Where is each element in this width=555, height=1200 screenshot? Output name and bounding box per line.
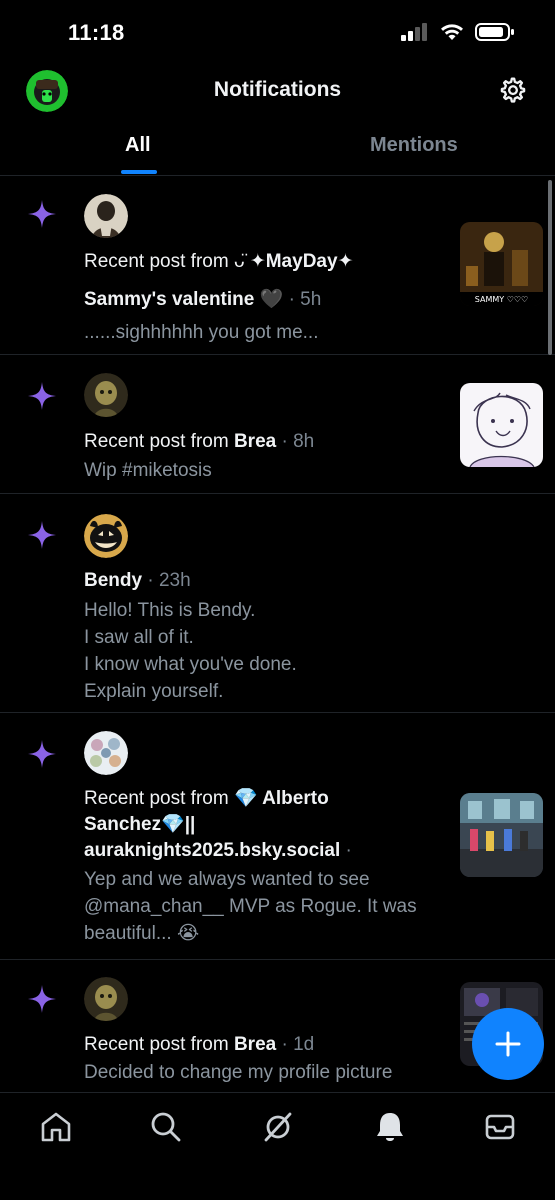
settings-gear-icon[interactable] — [499, 76, 527, 104]
post-line: Hello! This is Bendy. — [84, 600, 256, 621]
avatar[interactable] — [84, 373, 128, 417]
status-icons — [401, 22, 515, 42]
author-name[interactable]: 💎 Alberto — [234, 788, 329, 809]
sparkle-icon — [28, 382, 56, 410]
recent-post-label: Recent post from — [84, 251, 234, 272]
cellular-signal-icon — [401, 23, 427, 41]
feeds-hashtag-icon — [264, 1112, 292, 1142]
avatar[interactable] — [84, 194, 128, 238]
notification-header: Recent post from Brea · 8h — [84, 429, 314, 455]
tab-all[interactable]: All — [125, 134, 151, 157]
notification-header: Recent post from 💎 Alberto — [84, 786, 329, 812]
sparkle-icon — [28, 200, 56, 228]
post-line: @mana_chan__ MVP as Rogue. It was — [84, 896, 417, 917]
timestamp: · 5h — [288, 289, 322, 310]
avatar[interactable] — [84, 977, 128, 1021]
notification-header: Recent post from Brea · 1d — [84, 1032, 314, 1058]
home-icon — [41, 1112, 71, 1142]
post-line: beautiful... 😭 — [84, 923, 200, 944]
timestamp: · 23h — [142, 570, 191, 591]
tab-mentions[interactable]: Mentions — [370, 134, 458, 157]
nav-feeds[interactable] — [260, 1109, 296, 1145]
avatar[interactable] — [84, 731, 128, 775]
post-body: Yep and we always wanted to see @mana_ch… — [84, 866, 417, 947]
author-handle[interactable]: auraknights2025.bsky.social — [84, 840, 340, 861]
author-name[interactable]: Brea — [234, 1034, 276, 1055]
active-tab-indicator — [121, 170, 157, 174]
author-name[interactable]: Bendy — [84, 570, 142, 591]
scrollbar[interactable] — [548, 180, 552, 355]
post-title: Sammy's valentine — [84, 289, 255, 310]
nav-search[interactable] — [148, 1109, 184, 1145]
notification-item[interactable]: Bendy · 23h Hello! This is Bendy. I saw … — [0, 494, 555, 713]
post-body: Hello! This is Bendy. I saw all of it. I… — [84, 597, 297, 705]
timestamp: · 8h — [276, 431, 315, 452]
nav-notifications[interactable] — [372, 1109, 408, 1145]
bell-icon — [377, 1113, 403, 1141]
sparkle-icon — [28, 521, 56, 549]
notification-feed[interactable]: Recent post from ᴗ̈ ✦MayDay✦ Sammy's val… — [0, 177, 555, 1091]
post-thumbnail[interactable] — [460, 793, 543, 877]
sparkle-icon — [28, 985, 56, 1013]
author-name[interactable]: ✦MayDay✦ — [250, 251, 354, 272]
post-thumbnail[interactable] — [460, 383, 543, 467]
plus-icon — [495, 1031, 521, 1057]
search-icon — [151, 1112, 181, 1142]
post-line: I saw all of it. — [84, 627, 194, 648]
post-line: Yep and we always wanted to see — [84, 869, 370, 890]
notification-item[interactable]: Recent post from ᴗ̈ ✦MayDay✦ Sammy's val… — [0, 177, 555, 355]
status-bar: 11:18 — [0, 0, 555, 64]
author-name[interactable]: Brea — [234, 431, 276, 452]
notification-tabs: All Mentions — [0, 124, 555, 176]
author-name-continued[interactable]: Sanchez💎|| — [84, 812, 195, 838]
post-snippet: Decided to change my profile picture — [84, 1062, 393, 1083]
nav-messages[interactable] — [482, 1109, 518, 1145]
clock: 11:18 — [68, 20, 125, 45]
battery-icon — [475, 23, 514, 41]
notification-header: Recent post from ᴗ̈ ✦MayDay✦ — [84, 249, 353, 275]
timestamp: · — [340, 840, 352, 861]
recent-post-label: Recent post from — [84, 431, 234, 452]
recent-post-label: Recent post from — [84, 788, 234, 809]
notification-item[interactable]: Recent post from Brea · 1d Decided to ch… — [0, 960, 555, 1091]
post-line: Explain yourself. — [84, 681, 224, 702]
timestamp: · 1d — [276, 1034, 315, 1055]
author-handle-line: auraknights2025.bsky.social · — [84, 838, 352, 864]
notification-item[interactable]: Recent post from 💎 Alberto Sanchez💎|| au… — [0, 713, 555, 960]
black-heart-emoji: 🖤 — [259, 289, 284, 310]
post-snippet: ......sighhhhhh you got me... — [84, 322, 319, 343]
inbox-icon — [485, 1114, 515, 1140]
avatar[interactable] — [84, 514, 128, 558]
wifi-icon — [441, 24, 463, 40]
recent-post-label: Recent post from — [84, 1034, 234, 1055]
post-thumbnail[interactable]: SAMMY ♡♡♡ — [460, 222, 543, 306]
post-snippet: Wip #miketosis — [84, 460, 212, 481]
nav-home[interactable] — [38, 1109, 74, 1145]
notification-header: Bendy · 23h — [84, 568, 191, 594]
thumbnail-caption: SAMMY ♡♡♡ — [475, 295, 528, 304]
compose-post-button[interactable] — [472, 1008, 544, 1080]
page-title: Notifications — [213, 78, 342, 101]
post-title-line: Sammy's valentine 🖤 · 5h — [84, 287, 321, 313]
bottom-navigation — [0, 1092, 555, 1200]
header: Notifications — [0, 64, 555, 116]
ghost-face-icon: ᴗ̈ — [233, 251, 250, 272]
sparkle-icon — [28, 740, 56, 768]
notification-item[interactable]: Recent post from Brea · 8h Wip #miketosi… — [0, 355, 555, 494]
post-line: I know what you've done. — [84, 654, 297, 675]
